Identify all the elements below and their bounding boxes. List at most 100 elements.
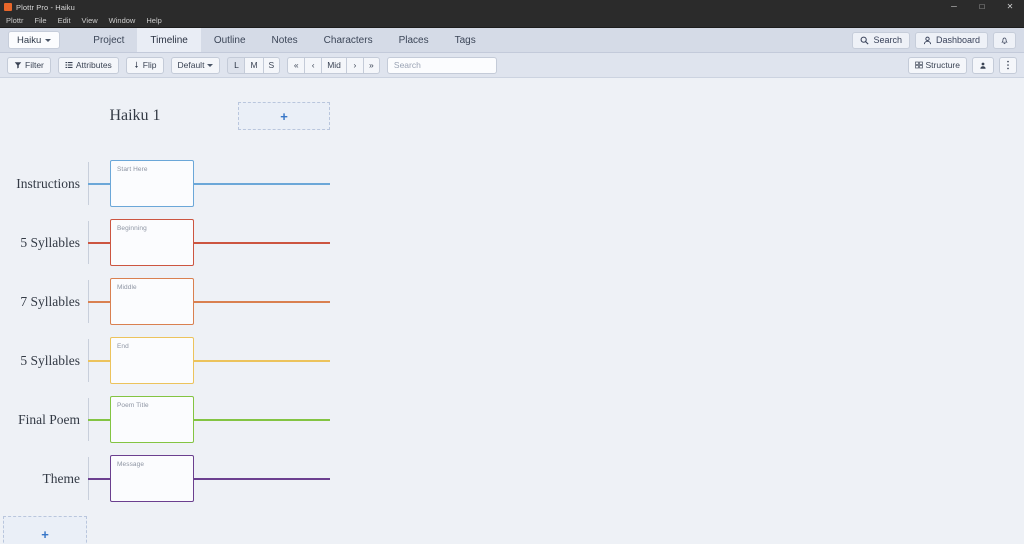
navbar-actions: Search Dashboard <box>852 28 1024 52</box>
structure-icon <box>914 61 923 69</box>
row-label-theme[interactable]: Theme <box>0 449 88 508</box>
row-label-7-syllables[interactable]: 7 Syllables <box>0 272 88 331</box>
timeline-row: 5 Syllables Beginning <box>0 213 1024 272</box>
maximize-button[interactable]: □ <box>968 0 996 14</box>
profile-button[interactable] <box>972 56 994 74</box>
timeline-rows: Instructions Start Here 5 Syllables Begi… <box>0 154 1024 508</box>
attributes-button-label: Attributes <box>75 60 112 70</box>
timeline-row: Instructions Start Here <box>0 154 1024 213</box>
filter-button[interactable]: Filter <box>7 56 51 74</box>
row-label-5-syllables-first[interactable]: 5 Syllables <box>0 213 88 272</box>
timeline-nav-group: « ‹ Mid › » <box>287 56 380 74</box>
bell-icon <box>1001 37 1008 44</box>
previous-button[interactable]: ‹ <box>304 56 322 74</box>
row-label-final-poem[interactable]: Final Poem <box>0 390 88 449</box>
timeline-card[interactable]: Middle <box>110 278 194 325</box>
tab-places-label: Places <box>398 34 429 46</box>
timeline-row: Theme Message <box>0 449 1024 508</box>
timeline-card[interactable]: End <box>110 337 194 384</box>
project-selector-button[interactable]: Haiku <box>8 31 61 49</box>
tab-tags[interactable]: Tags <box>442 28 489 52</box>
project-selector-label: Haiku <box>17 34 42 46</box>
menu-item-view[interactable]: View <box>82 16 98 25</box>
structure-button-label: Structure <box>925 60 961 70</box>
attributes-button[interactable]: Attributes <box>57 56 119 74</box>
timeline-card[interactable]: Message <box>110 455 194 502</box>
card-title: Message <box>117 461 145 468</box>
close-button[interactable]: ✕ <box>996 0 1024 14</box>
template-select-button[interactable]: Default <box>170 56 221 74</box>
app-logo-icon <box>4 3 12 11</box>
add-chapter-button[interactable]: + <box>238 102 330 130</box>
list-icon <box>65 62 73 68</box>
chapter-title[interactable]: Haiku 1 <box>60 107 210 125</box>
navigation-bar: Haiku Project Timeline Outline Notes Cha… <box>0 28 1024 53</box>
menu-item-plottr[interactable]: Plottr <box>6 16 24 25</box>
more-options-button[interactable] <box>999 56 1017 74</box>
tab-characters-label: Characters <box>323 34 373 46</box>
tab-notes[interactable]: Notes <box>259 28 311 52</box>
timeline-canvas: Haiku 1 + Instructions Start Here 5 Syll… <box>0 78 1024 544</box>
tab-timeline-label: Timeline <box>150 34 188 46</box>
tab-outline[interactable]: Outline <box>201 28 259 52</box>
funnel-icon <box>14 62 22 69</box>
tab-project-label: Project <box>93 34 125 46</box>
tab-places[interactable]: Places <box>386 28 442 52</box>
dashboard-button[interactable]: Dashboard <box>914 31 988 49</box>
search-button[interactable]: Search <box>852 31 910 49</box>
next-button[interactable]: › <box>345 56 363 74</box>
jump-last-button[interactable]: » <box>362 56 380 74</box>
minimize-button[interactable]: ─ <box>940 0 968 14</box>
flip-button[interactable]: Flip <box>125 56 164 74</box>
search-input[interactable]: Search <box>386 56 497 74</box>
timeline-toolbar: Filter Attributes Flip Default L M S « ‹… <box>0 53 1024 78</box>
timeline-card[interactable]: Beginning <box>110 219 194 266</box>
row-label-instructions[interactable]: Instructions <box>0 154 88 213</box>
card-title: Middle <box>117 284 137 291</box>
add-row-button[interactable]: + <box>3 516 87 544</box>
template-select-label: Default <box>177 60 205 70</box>
filter-button-label: Filter <box>25 60 44 70</box>
size-option-small[interactable]: S <box>262 56 281 74</box>
tab-characters[interactable]: Characters <box>311 28 386 52</box>
menu-item-window[interactable]: Window <box>109 16 136 25</box>
tab-timeline[interactable]: Timeline <box>137 28 201 52</box>
toolbar-right-actions: Structure <box>907 56 1017 74</box>
tab-outline-label: Outline <box>213 34 246 46</box>
flip-button-label: Flip <box>142 60 157 70</box>
timeline-card[interactable]: Poem Title <box>110 396 194 443</box>
size-option-medium[interactable]: M <box>244 56 263 74</box>
window-titlebar: Plottr Pro - Haiku ─ □ ✕ <box>0 0 1024 14</box>
middle-button[interactable]: Mid <box>321 56 346 74</box>
size-option-large[interactable]: L <box>227 56 245 74</box>
row-label-5-syllables-second[interactable]: 5 Syllables <box>0 331 88 390</box>
kebab-menu-icon <box>1007 60 1009 70</box>
arrow-down-icon <box>134 61 138 68</box>
jump-first-button[interactable]: « <box>287 56 305 74</box>
window-title: Plottr Pro - Haiku <box>16 2 75 12</box>
timeline-row: 7 Syllables Middle <box>0 272 1024 331</box>
menu-item-file[interactable]: File <box>35 16 47 25</box>
notification-button[interactable] <box>993 31 1016 49</box>
timeline-card[interactable]: Start Here <box>110 160 194 207</box>
tab-tags-label: Tags <box>454 34 476 46</box>
card-title: End <box>117 343 129 350</box>
card-title: Start Here <box>117 166 148 173</box>
menubar: Plottr File Edit View Window Help <box>0 14 1024 28</box>
card-size-toggle: L M S <box>227 56 281 74</box>
card-title: Beginning <box>117 225 147 232</box>
tab-project[interactable]: Project <box>80 28 137 52</box>
structure-button[interactable]: Structure <box>907 56 967 74</box>
card-title: Poem Title <box>117 402 149 409</box>
timeline-row: Final Poem Poem Title <box>0 390 1024 449</box>
search-icon <box>861 36 869 45</box>
tab-notes-label: Notes <box>271 34 298 46</box>
menu-item-edit[interactable]: Edit <box>58 16 71 25</box>
main-tabs: Project Timeline Outline Notes Character… <box>80 28 488 52</box>
dashboard-button-label: Dashboard <box>935 35 980 45</box>
menu-item-help[interactable]: Help <box>146 16 161 25</box>
chevron-down-icon <box>45 38 52 42</box>
timeline-row: 5 Syllables End <box>0 331 1024 390</box>
window-controls: ─ □ ✕ <box>940 0 1024 14</box>
chevron-down-icon <box>207 63 214 67</box>
